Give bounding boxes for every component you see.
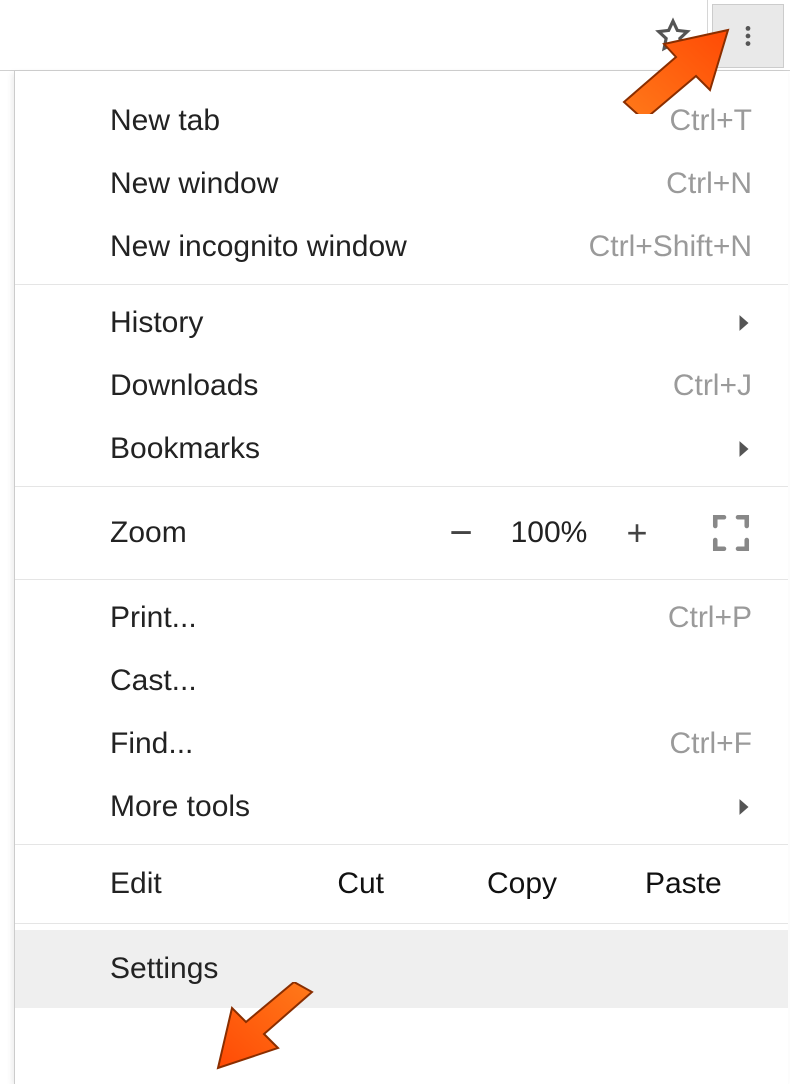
toolbar-divider — [707, 0, 708, 70]
menu-separator — [15, 923, 788, 924]
menu-item-label: History — [110, 306, 203, 340]
menu-separator — [15, 844, 788, 845]
menu-item-label: New window — [110, 167, 278, 201]
menu-item-history[interactable]: History — [15, 291, 788, 354]
fullscreen-icon — [710, 512, 752, 554]
menu-item-label: New tab — [110, 104, 220, 138]
paste-button[interactable]: Paste — [603, 867, 764, 901]
menu-separator — [15, 486, 788, 487]
menu-separator — [15, 579, 788, 580]
menu-item-label: Downloads — [110, 369, 258, 403]
menu-item-shortcut: Ctrl+N — [666, 167, 752, 201]
menu-item-shortcut: Ctrl+F — [670, 727, 753, 761]
menu-item-new-window[interactable]: New window Ctrl+N — [15, 152, 788, 215]
main-menu-button[interactable] — [712, 4, 784, 68]
menu-item-bookmarks[interactable]: Bookmarks — [15, 417, 788, 480]
menu-item-shortcut: Ctrl+Shift+N — [589, 230, 752, 264]
cut-button[interactable]: Cut — [280, 867, 441, 901]
menu-item-label: Settings — [110, 952, 218, 986]
copy-button[interactable]: Copy — [441, 867, 602, 901]
zoom-in-button[interactable]: + — [604, 515, 670, 551]
menu-item-zoom: Zoom − 100% + — [15, 493, 788, 573]
menu-item-settings[interactable]: Settings — [15, 930, 788, 1008]
fullscreen-button[interactable] — [710, 512, 752, 554]
menu-item-label: Cast... — [110, 664, 197, 698]
menu-item-downloads[interactable]: Downloads Ctrl+J — [15, 354, 788, 417]
chrome-main-menu: New tab Ctrl+T New window Ctrl+N New inc… — [14, 71, 788, 1084]
chevron-right-icon — [736, 314, 752, 332]
menu-separator — [15, 284, 788, 285]
zoom-out-button[interactable]: − — [428, 513, 494, 553]
menu-item-more-tools[interactable]: More tools — [15, 775, 788, 838]
menu-item-label: More tools — [110, 790, 250, 824]
browser-toolbar — [0, 0, 790, 71]
chevron-right-icon — [736, 798, 752, 816]
menu-item-new-tab[interactable]: New tab Ctrl+T — [15, 89, 788, 152]
menu-item-find[interactable]: Find... Ctrl+F — [15, 712, 788, 775]
menu-item-new-incognito[interactable]: New incognito window Ctrl+Shift+N — [15, 215, 788, 278]
zoom-label: Zoom — [110, 516, 187, 550]
edit-label: Edit — [110, 867, 280, 901]
menu-item-edit: Edit Cut Copy Paste — [15, 851, 788, 917]
menu-item-label: Print... — [110, 601, 197, 635]
menu-item-shortcut: Ctrl+J — [673, 369, 752, 403]
zoom-value: 100% — [494, 516, 604, 550]
bookmark-star-button[interactable] — [651, 14, 695, 58]
menu-item-label: Bookmarks — [110, 432, 260, 466]
star-icon — [654, 17, 692, 55]
dots-vertical-icon — [735, 23, 761, 49]
menu-item-shortcut: Ctrl+T — [670, 104, 753, 138]
menu-item-label: New incognito window — [110, 230, 407, 264]
chevron-right-icon — [736, 440, 752, 458]
menu-item-cast[interactable]: Cast... — [15, 649, 788, 712]
menu-item-label: Find... — [110, 727, 193, 761]
menu-item-shortcut: Ctrl+P — [668, 601, 752, 635]
menu-item-print[interactable]: Print... Ctrl+P — [15, 586, 788, 649]
